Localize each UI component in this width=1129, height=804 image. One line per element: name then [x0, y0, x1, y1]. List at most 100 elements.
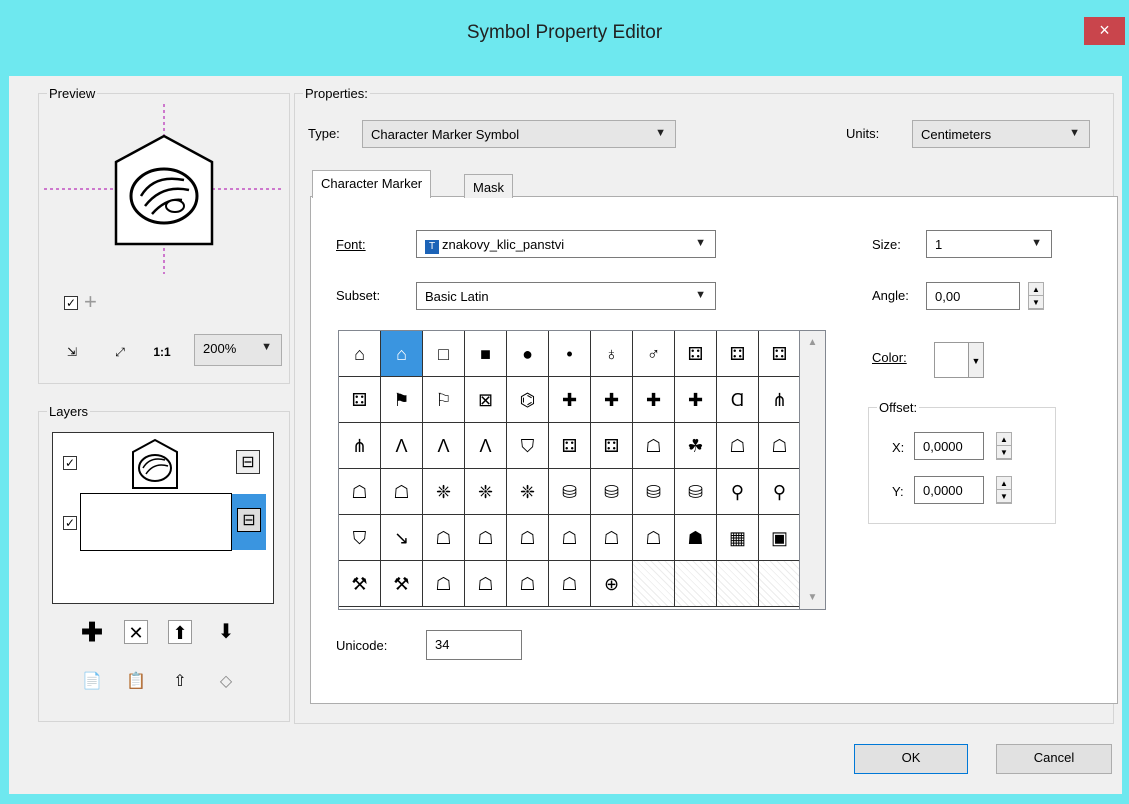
glyph-cell[interactable]	[717, 561, 759, 607]
glyph-cell[interactable]: ⚒	[381, 561, 423, 607]
close-button[interactable]: ×	[1084, 17, 1125, 45]
zoom-fit-icon[interactable]: ⇲	[60, 340, 84, 364]
layer-checkbox-1[interactable]: ✓	[63, 456, 77, 470]
glyph-cell[interactable]: ⚑	[381, 377, 423, 423]
scroll-up-icon[interactable]: ▲	[800, 337, 825, 348]
glyph-cell[interactable]: ⚲	[717, 469, 759, 515]
glyph-cell[interactable]: ⊠	[465, 377, 507, 423]
glyph-cell[interactable]: ❈	[423, 469, 465, 515]
glyph-cell[interactable]: ❈	[507, 469, 549, 515]
cancel-button[interactable]: Cancel	[996, 744, 1112, 774]
glyph-cell[interactable]: ⚃	[717, 331, 759, 377]
restore-icon[interactable]: ⇧	[168, 670, 192, 694]
glyph-cell[interactable]: ⚃	[591, 423, 633, 469]
move-up-icon[interactable]: ⬆	[168, 620, 192, 644]
glyph-cell[interactable]: ☘	[675, 423, 717, 469]
glyph-cell[interactable]: ⚲	[759, 469, 799, 515]
glyph-cell[interactable]: ♂	[633, 331, 675, 377]
glyph-cell[interactable]: ✚	[633, 377, 675, 423]
glyph-cell[interactable]: ⛁	[591, 469, 633, 515]
size-select[interactable]: 1 ▼	[926, 230, 1052, 258]
glyph-cell[interactable]: Ʌ	[423, 423, 465, 469]
glyph-cell[interactable]: ☖	[717, 423, 759, 469]
glyph-cell[interactable]: ⌂	[339, 331, 381, 377]
font-select[interactable]: Tznakovy_klic_panstvi ▼	[416, 230, 716, 258]
add-layer-icon[interactable]: ✚	[80, 619, 104, 645]
glyph-cell[interactable]: ☖	[549, 561, 591, 607]
unicode-input[interactable]: 34	[426, 630, 522, 660]
type-select[interactable]: Character Marker Symbol ▼	[362, 120, 676, 148]
glyph-cell[interactable]: ↘	[381, 515, 423, 561]
glyph-cell[interactable]: ⛁	[675, 469, 717, 515]
glyph-cell[interactable]: ■	[465, 331, 507, 377]
glyph-cell[interactable]	[759, 561, 799, 607]
glyph-cell[interactable]: ❈	[465, 469, 507, 515]
glyph-cell[interactable]	[675, 561, 717, 607]
glyph-cell[interactable]: ⚒	[339, 561, 381, 607]
glyph-cell[interactable]: ☖	[465, 561, 507, 607]
glyph-cell[interactable]: ⛉	[339, 515, 381, 561]
glyph-cell[interactable]: ⛁	[633, 469, 675, 515]
glyph-cell[interactable]: ⛁	[549, 469, 591, 515]
glyph-cell[interactable]: Ɑ	[717, 377, 759, 423]
ok-button[interactable]: OK	[854, 744, 968, 774]
glyph-cell[interactable]: ▦	[717, 515, 759, 561]
glyph-cell[interactable]: ☖	[381, 469, 423, 515]
lock-icon[interactable]: ⊟	[236, 450, 260, 474]
copy-icon[interactable]: 📄	[80, 670, 104, 694]
scroll-down-icon[interactable]: ▼	[800, 592, 825, 603]
zoom-select[interactable]: 200% ▼	[194, 334, 282, 366]
glyph-cell[interactable]: ☖	[423, 515, 465, 561]
glyph-cell[interactable]: ☖	[507, 515, 549, 561]
offset-y-spinner[interactable]: ▲ ▼	[996, 476, 1012, 504]
tag-icon[interactable]: ◇	[214, 670, 238, 694]
zoom-extent-icon[interactable]: ⤢	[108, 340, 132, 364]
glyph-cell[interactable]: ⚃	[675, 331, 717, 377]
offset-x-spinner[interactable]: ▲ ▼	[996, 432, 1012, 460]
glyph-cell[interactable]: ⚃	[549, 423, 591, 469]
glyph-cell[interactable]: ☖	[423, 561, 465, 607]
glyph-cell[interactable]: ☖	[633, 515, 675, 561]
glyph-cell[interactable]: □	[423, 331, 465, 377]
glyph-cell[interactable]: ☖	[549, 515, 591, 561]
delete-layer-icon[interactable]: ✕	[124, 620, 148, 644]
glyph-cell[interactable]: ⋔	[759, 377, 799, 423]
preview-checkbox[interactable]: ✓	[64, 296, 78, 310]
glyph-cell[interactable]: ☖	[591, 515, 633, 561]
glyph-cell[interactable]: ☖	[465, 515, 507, 561]
angle-spinner[interactable]: ▲ ▼	[1028, 282, 1044, 310]
character-grid[interactable]: ⌂ ⌂ □ ■ ● • ♁ ♂ ⚃ ⚃ ⚃ ⚃ ⚑ ⚐ ⊠ ⌬ ✚ ✚ ✚ ✚ Ɑ ⋔ ⋔ Ʌ Ʌ Ʌ ⛉ ⚃ ⚃ ☖ ☘ ☖ ☖ ☖ ☖ ❈ ❈ ❈ ⛁ ⛁…	[338, 330, 800, 610]
glyph-cell[interactable]: Ʌ	[381, 423, 423, 469]
glyph-cell[interactable]: ♁	[591, 331, 633, 377]
glyph-cell[interactable]: ⛉	[507, 423, 549, 469]
glyph-cell[interactable]: ⋔	[339, 423, 381, 469]
paste-icon[interactable]: 📋	[124, 670, 148, 694]
move-down-icon[interactable]: ⬇	[214, 620, 238, 644]
tab-mask[interactable]: Mask	[464, 174, 514, 198]
glyph-cell[interactable]	[633, 561, 675, 607]
glyph-cell[interactable]: ☖	[633, 423, 675, 469]
color-picker[interactable]	[934, 342, 970, 378]
glyph-cell[interactable]: Ʌ	[465, 423, 507, 469]
glyph-cell[interactable]: ✚	[591, 377, 633, 423]
glyph-cell[interactable]: ☖	[507, 561, 549, 607]
glyph-cell[interactable]: ⚃	[339, 377, 381, 423]
glyph-cell[interactable]: •	[549, 331, 591, 377]
angle-input[interactable]: 0,00	[926, 282, 1020, 310]
layer-row-selected[interactable]	[80, 493, 232, 551]
grid-scrollbar[interactable]: ▲ ▼	[800, 330, 826, 610]
glyph-cell[interactable]: ▣	[759, 515, 799, 561]
tab-character-marker[interactable]: Character Marker	[312, 170, 432, 198]
units-select[interactable]: Centimeters ▼	[912, 120, 1090, 148]
layer-symbol-thumbnail[interactable]	[130, 438, 180, 492]
glyph-cell[interactable]: ☖	[339, 469, 381, 515]
glyph-cell[interactable]: ✚	[549, 377, 591, 423]
glyph-cell[interactable]: ✚	[675, 377, 717, 423]
glyph-cell[interactable]: ⊕	[591, 561, 633, 607]
glyph-cell[interactable]: ☖	[759, 423, 799, 469]
zoom-actual-icon[interactable]: 1:1	[150, 340, 174, 364]
glyph-cell[interactable]: ⚃	[759, 331, 799, 377]
glyph-cell[interactable]: ⌬	[507, 377, 549, 423]
color-dropdown-icon[interactable]: ▼	[968, 342, 984, 378]
glyph-cell[interactable]: ●	[507, 331, 549, 377]
